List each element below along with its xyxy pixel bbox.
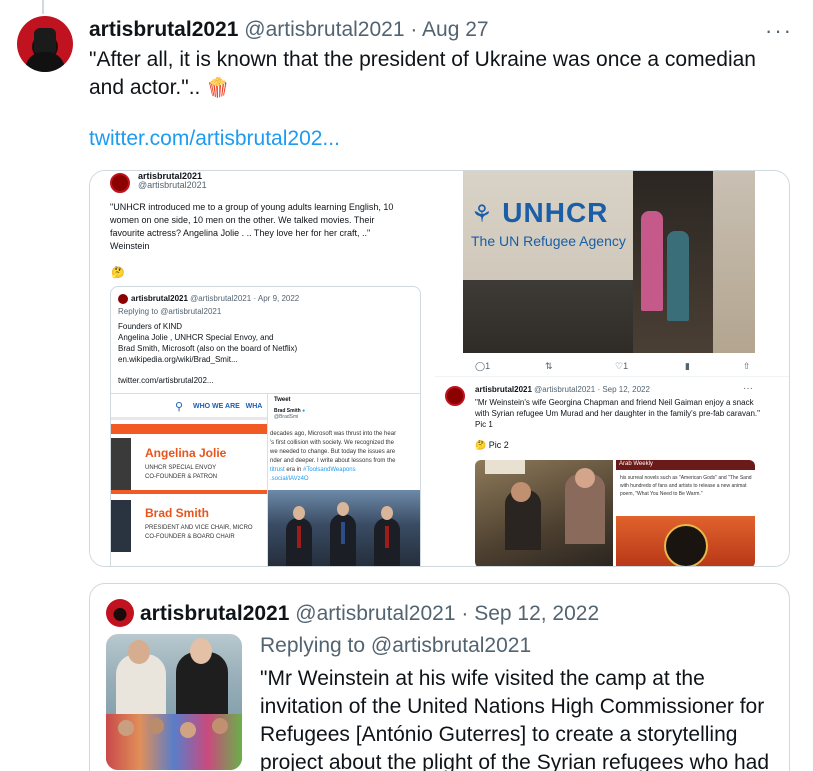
kind-website-screenshot: ⚲ WHO WE ARE WHA Angelina Jolie UNHCR SP… — [111, 393, 267, 566]
ts-photo — [268, 490, 420, 566]
article-poster — [616, 516, 755, 566]
mq-line: Angelina Jolie , UNHCR Special Envoy, an… — [118, 333, 274, 342]
article-screenshot: Arab Weekly his surreal novels such as "… — [616, 460, 755, 566]
unhcr-tent-photo: ⚘ UNHCR The UN Refugee Agency — [463, 171, 755, 353]
rt-header: artisbrutal2021 @artisbrutal2021 · Sep 1… — [475, 385, 650, 394]
person-tie — [385, 526, 389, 548]
thread-line — [42, 0, 44, 14]
mq-link: twitter.com/artisbrutal202... — [118, 376, 214, 385]
person-role: PRESIDENT AND VICE CHAIR, MICRO CO-FOUND… — [145, 525, 253, 540]
search-icon: ⚲ — [175, 401, 184, 413]
person-photo — [111, 438, 131, 490]
ml-text: "UNHCR introduced me to a group of young… — [110, 202, 394, 251]
quoted-photo[interactable] — [106, 634, 242, 770]
mq-date: Apr 9, 2022 — [257, 294, 300, 303]
more-options-icon[interactable]: ··· — [765, 18, 793, 44]
rt-actions: ◯ 1 ⇅ ♡ 1 ▮ ⇧ — [435, 361, 789, 375]
views-icon: ▮ — [685, 361, 690, 371]
child-figure — [667, 231, 689, 321]
web-nav-label: WHO WE ARE WHA — [193, 403, 263, 410]
quoted-author-avatar[interactable] — [106, 599, 134, 627]
mq-header: artisbrutal2021 @artisbrutal2021 · Apr 9… — [131, 294, 300, 303]
avatar-head — [34, 28, 56, 54]
quoted-replying: Replying to @artisbrutal2021 — [260, 634, 532, 657]
quoted-separator: · — [461, 602, 469, 625]
tent-opening — [633, 171, 713, 353]
unhcr-subtitle: The UN Refugee Agency — [471, 233, 626, 249]
camp-ground — [713, 171, 755, 353]
quoted-header: artisbrutal2021 @artisbrutal2021 · Sep 1… — [140, 601, 599, 627]
media-image-2[interactable]: ⚘ UNHCR The UN Refugee Agency ◯ 1 ⇅ ♡ 1 … — [435, 171, 789, 566]
child-figure — [641, 211, 663, 311]
mq-author-name: artisbrutal2021 — [131, 294, 188, 303]
mq-line: Founders of KIND — [118, 322, 183, 331]
person-card: Angelina Jolie UNHCR SPECIAL ENVOY CO-FO… — [111, 438, 267, 494]
mq-line: Brad Smith, Microsoft (also on the board… — [118, 344, 298, 353]
reply-icon: ◯ 1 — [475, 361, 491, 371]
tweet-link[interactable]: twitter.com/artisbrutal202... — [89, 127, 340, 151]
header-separator: · — [410, 18, 418, 41]
mq-replying: Replying to @artisbrutal2021 — [118, 307, 222, 316]
avatar-shoulders — [25, 52, 65, 72]
quoted-date[interactable]: Sep 12, 2022 — [474, 602, 599, 625]
tweet-date[interactable]: Aug 27 — [422, 18, 489, 41]
rt-date: Sep 12, 2022 — [602, 385, 650, 394]
unhcr-logo: ⚘ UNHCR — [471, 197, 609, 228]
mq-avatar — [118, 294, 128, 304]
tweet-body: "After all, it is known that the preside… — [89, 48, 756, 99]
mq-line: en.wikipedia.org/wiki/Brad_Smit... — [118, 355, 238, 364]
person-name: Brad Smith — [145, 506, 210, 520]
rt-pic-label: 🤔 Pic 2 — [475, 440, 509, 450]
media-image-1[interactable]: artisbrutal2021 @artisbrutal2021 "UNHCR … — [90, 171, 431, 566]
ml-avatar — [110, 173, 130, 193]
rt-more-icon: ··· — [743, 383, 753, 394]
rt-author-handle: @artisbrutal2021 — [534, 385, 596, 394]
caravan-photo — [475, 460, 613, 566]
ts-author: Brad Smith ● @BradSmi — [274, 408, 306, 420]
mq-text: Founders of KIND Angelina Jolie , UNHCR … — [118, 321, 318, 365]
web-nav: ⚲ WHO WE ARE WHA — [111, 394, 267, 420]
web-orange-bar — [111, 424, 267, 434]
person-card: Brad Smith PRESIDENT AND VICE CHAIR, MIC… — [111, 500, 267, 556]
ts-title: Tweet — [274, 397, 291, 403]
rt-text: "Mr Weinstein's wife Georgina Chapman an… — [475, 398, 760, 429]
person-head — [293, 506, 305, 520]
tweet-text: "After all, it is known that the preside… — [89, 46, 789, 102]
rt-author-name: artisbrutal2021 — [475, 385, 532, 394]
person-tie — [341, 522, 345, 544]
card-divider — [111, 490, 267, 494]
person-head — [337, 502, 349, 516]
popcorn-icon: 🍿 — [206, 77, 230, 99]
rt-avatar — [445, 386, 465, 406]
thinking-icon: 🤔 — [111, 267, 125, 279]
retweet-icon: ⇅ — [545, 361, 553, 371]
quoted-author-handle[interactable]: @artisbrutal2021 — [295, 602, 455, 625]
thinking-icon: 🤔 — [475, 440, 487, 450]
like-icon: ♡ 1 — [615, 361, 629, 371]
quoted-author-name[interactable]: artisbrutal2021 — [140, 602, 289, 625]
brad-smith-tweet-screenshot: Tweet Brad Smith ● @BradSmi decades ago, … — [267, 393, 420, 566]
ml-author-handle: @artisbrutal2021 — [138, 180, 207, 190]
article-bar: Arab Weekly — [616, 460, 755, 470]
person-name: Angelina Jolie — [145, 446, 227, 460]
author-handle[interactable]: @artisbrutal2021 — [244, 18, 404, 41]
rt-photos: Arab Weekly his surreal novels such as "… — [475, 460, 755, 566]
tweet-header: artisbrutal2021 @artisbrutal2021 · Aug 2… — [89, 17, 489, 43]
person-role: UNHCR SPECIAL ENVOY CO-FOUNDER & PATRON — [145, 465, 218, 480]
media-grid[interactable]: artisbrutal2021 @artisbrutal2021 "UNHCR … — [89, 170, 790, 567]
person-tie — [297, 526, 301, 548]
ts-body: decades ago, Microsoft was thrust into t… — [270, 431, 397, 482]
author-name[interactable]: artisbrutal2021 — [89, 18, 238, 41]
article-text: his surreal novels such as "American God… — [620, 475, 752, 497]
person-photo — [111, 500, 131, 552]
quoted-tweet[interactable]: artisbrutal2021 @artisbrutal2021 · Sep 1… — [89, 583, 790, 771]
share-icon: ⇧ — [743, 361, 751, 371]
mq-author-handle: @artisbrutal2021 — [190, 294, 252, 303]
person-head — [381, 506, 393, 520]
ml-quoted-tweet: artisbrutal2021 @artisbrutal2021 · Apr 9… — [110, 286, 421, 566]
rt-divider — [435, 376, 789, 377]
author-avatar[interactable] — [17, 16, 73, 72]
quoted-text: "Mr Weinstein at his wife visited the ca… — [260, 667, 770, 771]
